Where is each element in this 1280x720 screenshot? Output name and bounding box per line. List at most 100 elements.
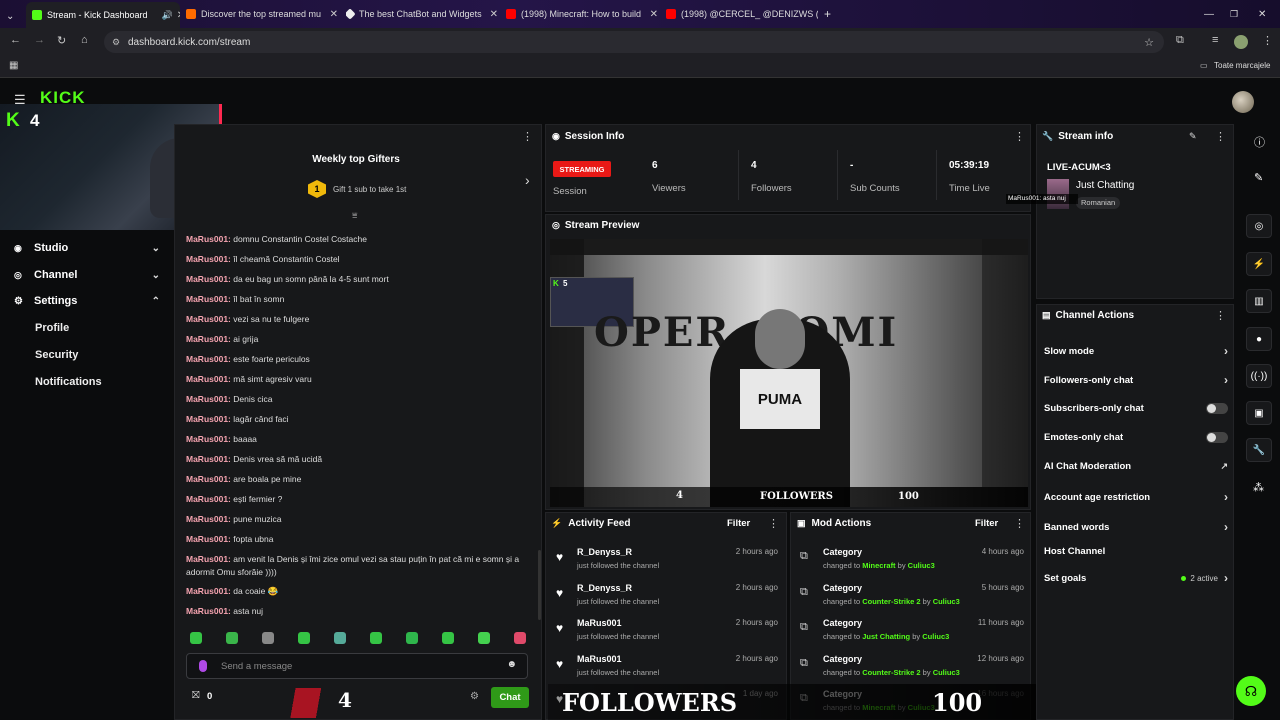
channel-action-slow-mode[interactable]: Slow mode › [1044,344,1228,358]
activity-menu-icon[interactable]: ⋮ [768,517,779,530]
emote-icon[interactable] [442,632,454,644]
tab-search-button[interactable]: ⌄ [6,6,14,26]
window-close-icon[interactable]: ✕ [1258,4,1266,24]
sidebar-item-profile[interactable]: Profile [35,322,69,334]
mod-action-user[interactable]: Culiuc3 [922,632,949,641]
activity-item[interactable]: ♥ MaRus001 just followed the channel 2 hour… [556,618,778,641]
rail-mod-button[interactable]: ▣ [1246,401,1272,425]
emote-icon[interactable] [478,632,490,644]
edit-pencil-icon[interactable]: ✎ [1254,171,1263,184]
channel-action-followers-only-chat[interactable]: Followers-only chat › [1044,373,1228,387]
emote-icon[interactable] [262,632,274,644]
reload-icon[interactable]: ↻ [57,34,66,47]
close-icon[interactable]: ✕ [326,9,338,20]
chat-username[interactable]: MaRus001: [186,354,231,364]
all-bookmarks-link[interactable]: Toate marcajele [1214,61,1270,70]
chat-send-button[interactable]: Chat [491,687,529,708]
sidebar-item-security[interactable]: Security [35,349,78,361]
bookmark-star-icon[interactable]: ☆ [1144,36,1154,49]
home-icon[interactable]: ⌂ [81,34,88,46]
channel-action-account-age-restriction[interactable]: Account age restriction › [1044,490,1228,504]
sidebar-item-notifications[interactable]: Notifications [35,376,102,388]
chevron-right-icon[interactable]: › [525,172,530,188]
emoji-picker-icon[interactable]: ☻ [506,659,517,670]
chat-username[interactable]: MaRus001: [186,274,231,284]
user-avatar[interactable] [1232,91,1254,113]
channel-action-ai-chat-moderation[interactable]: AI Chat Moderation ↗ [1044,461,1228,472]
maximize-icon[interactable]: ❐ [1230,4,1238,24]
chat-input[interactable]: Send a message ☻ [186,653,528,679]
stream-preview-video[interactable]: K 5 OPER OMI PUMA 4 FOLLOWERS 100 [550,239,1028,507]
pinned-toggle-icon[interactable]: ⩸ [352,210,357,221]
edit-pencil-icon[interactable]: ✎ [1189,131,1197,142]
rail-broadcast-button[interactable]: ((·)) [1246,364,1272,388]
channel-action-set-goals[interactable]: Set goals 2 active › [1044,571,1228,585]
info-icon[interactable]: ⓘ [1254,134,1265,150]
mod-action-user[interactable]: Culiuc3 [933,668,960,677]
rail-notes-button[interactable]: ▥ [1246,289,1272,313]
chat-username[interactable]: MaRus001: [186,454,231,464]
chat-username[interactable]: MaRus001: [186,586,231,596]
rail-activity-button[interactable]: ⚡ [1246,252,1272,276]
close-icon[interactable]: ✕ [646,9,658,20]
close-icon[interactable]: ✕ [486,9,498,20]
tab-kick-dashboard[interactable]: Stream - Kick Dashboard 🔊 ✕ [26,2,180,28]
new-tab-button[interactable]: + [824,4,831,24]
channel-action-host-channel[interactable]: Host Channel [1044,546,1228,557]
emote-icon[interactable] [226,632,238,644]
mod-action-item[interactable]: ⧉ Category changed to Just Chatting by Cul… [800,618,1024,641]
apps-grid-icon[interactable]: ▦ [9,60,18,71]
chat-username[interactable]: MaRus001: [186,606,231,616]
mod-menu-icon[interactable]: ⋮ [1014,517,1025,530]
back-arrow-icon[interactable]: ← [10,34,21,46]
mod-action-user[interactable]: Culiuc3 [908,561,935,570]
minimize-icon[interactable]: — [1204,4,1214,24]
mod-action-target[interactable]: Just Chatting [862,632,910,641]
chat-username[interactable]: MaRus001: [186,394,231,404]
emote-icon[interactable] [370,632,382,644]
channel-actions-menu-icon[interactable]: ⋮ [1215,309,1226,322]
chat-username[interactable]: MaRus001: [186,314,231,324]
emote-icon[interactable] [514,632,526,644]
mod-action-item[interactable]: ⧉Categorychanged to Minecraft by Culiuc3… [800,547,1024,570]
emote-icon[interactable] [190,632,202,644]
rail-preview-button[interactable]: ◎ [1246,214,1272,238]
mod-action-item[interactable]: ⧉ Category changed to Counter-Strike 2 by … [800,654,1024,677]
profile-avatar[interactable] [1234,35,1248,49]
tab-chatbot[interactable]: The best ChatBot and Widgets ✕ [346,4,498,24]
site-info-icon[interactable]: ⚙ [112,37,120,48]
mod-action-target[interactable]: Minecraft [862,561,895,570]
activity-filter-button[interactable]: Filter [727,518,750,529]
chat-username[interactable]: MaRus001: [186,374,231,384]
tab-discover[interactable]: Discover the top streamed mu ✕ [186,4,338,24]
gift-icon[interactable]: ⛝ [192,690,200,701]
url-field[interactable]: ⚙ dashboard.kick.com/stream ☆ [104,31,1164,53]
chat-username[interactable]: MaRus001: [186,514,231,524]
menu-kebab-icon[interactable]: ⋮ [1262,34,1273,47]
support-chat-button[interactable]: ☊ [1236,676,1266,706]
tab-minecraft[interactable]: (1998) Minecraft: How to build ✕ [506,4,658,24]
emote-icon[interactable] [334,632,346,644]
channel-action-subscribers-only-chat[interactable]: Subscribers-only chat [1044,403,1228,414]
chat-username[interactable]: MaRus001: [186,254,231,264]
toggle-switch[interactable] [1206,403,1228,414]
chat-username[interactable]: MaRus001: [186,534,231,544]
mod-action-user[interactable]: Culiuc3 [933,597,960,606]
channel-action-emotes-only-chat[interactable]: Emotes-only chat [1044,432,1228,443]
sidebar-item-studio[interactable]: ◉ Studio ⌄ [14,242,160,254]
mod-filter-button[interactable]: Filter [975,518,998,529]
chat-menu-icon[interactable]: ⋮ [522,130,533,143]
session-menu-icon[interactable]: ⋮ [1014,130,1025,143]
stream-info-menu-icon[interactable]: ⋮ [1215,130,1226,143]
chat-username[interactable]: MaRus001: [186,434,231,444]
emote-icon[interactable] [298,632,310,644]
emote-icon[interactable] [406,632,418,644]
more-apps-icon[interactable]: ⁂ [1253,481,1264,494]
channel-action-banned-words[interactable]: Banned words › [1044,520,1228,534]
mod-action-item[interactable]: ⧉ Category changed to Counter-Strike 2 by … [800,583,1024,606]
mod-action-target[interactable]: Counter-Strike 2 [862,597,920,606]
media-icon[interactable]: ≡ [1212,34,1218,46]
mod-action-target[interactable]: Counter-Strike 2 [862,668,920,677]
toggle-switch[interactable] [1206,432,1228,443]
activity-item[interactable]: ♥ R_Denyss_R just followed the channel 2 ho… [556,547,778,570]
